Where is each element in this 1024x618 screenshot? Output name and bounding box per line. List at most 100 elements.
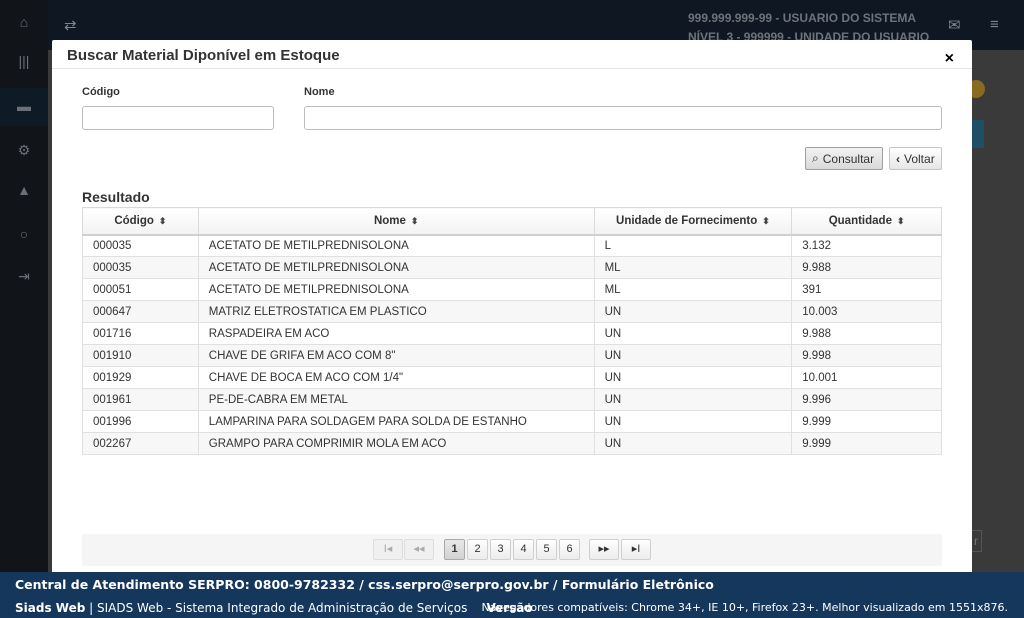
cell-unidade: UN (593, 344, 793, 367)
cell-unidade: ML (593, 278, 793, 301)
cell-unidade: UN (593, 322, 793, 345)
cell-nome: LAMPARINA PARA SOLDAGEM PARA SOLDA DE ES… (197, 410, 595, 433)
cell-quantidade: 9.988 (791, 256, 942, 279)
search-material-modal: Buscar Material Diponível em Estoque × C… (52, 40, 972, 575)
column-header-nome[interactable]: Nome ⬍ (197, 207, 595, 236)
column-header-label: Nome (373, 214, 406, 227)
cell-codigo: 001996 (82, 410, 199, 433)
table-row[interactable]: 001961 PE-DE-CABRA EM METAL UN 9.996 (82, 388, 942, 411)
home-icon[interactable]: ⌂ (14, 12, 34, 32)
modal-title: Buscar Material Diponível em Estoque (67, 47, 340, 64)
cell-codigo: 002267 (82, 432, 199, 455)
cell-nome: MATRIZ ELETROSTATICA EM PLASTICO (197, 300, 595, 323)
table-row[interactable]: 000051 ACETATO DE METILPREDNISOLONA ML 3… (82, 278, 942, 301)
footer-app-name: Siads Web (15, 601, 86, 615)
footer-browsers: Navegadores compatíveis: Chrome 34+, IE … (481, 601, 1008, 614)
page-button-4[interactable]: 4 (513, 539, 534, 560)
cell-nome: GRAMPO PARA COMPRIMIR MOLA EM ACO (197, 432, 595, 455)
column-header-quantidade[interactable]: Quantidade ⬍ (791, 207, 942, 236)
cell-codigo: 001961 (82, 388, 199, 411)
sort-icon: ⬍ (410, 215, 419, 226)
user-cpf: 999.999.999-99 - USUARIO DO SISTEMA (688, 11, 917, 25)
footer-app-full: SIADS Web - Sistema Integrado de Adminis… (97, 601, 468, 615)
cell-unidade: L (593, 234, 793, 257)
hamburger-icon[interactable]: ≡ (990, 16, 999, 33)
cell-codigo: 001929 (82, 366, 199, 389)
sort-icon: ⬍ (896, 215, 905, 226)
column-header-unidade[interactable]: Unidade de Fornecimento ⬍ (593, 207, 793, 236)
table-row[interactable]: 001929 CHAVE DE BOCA EM ACO COM 1/4" UN … (82, 366, 942, 389)
barcode-icon[interactable]: ||| (14, 51, 34, 71)
search-icon: ⌕ (812, 151, 819, 165)
sort-icon: ⬍ (762, 215, 770, 226)
cell-unidade: UN (593, 410, 793, 433)
mail-icon[interactable]: ✉ (948, 16, 961, 34)
cell-quantidade: 10.003 (791, 300, 942, 323)
cell-quantidade: 9.999 (791, 432, 942, 455)
first-page-button[interactable]: I◂ (373, 539, 403, 560)
modal-header: Buscar Material Diponível em Estoque × (52, 40, 972, 69)
table-row[interactable]: 002267 GRAMPO PARA COMPRIMIR MOLA EM ACO… (82, 432, 942, 455)
consultar-button[interactable]: ⌕ Consultar (805, 147, 883, 170)
page-button-5[interactable]: 5 (536, 539, 557, 560)
codigo-input[interactable] (82, 106, 274, 130)
result-title: Resultado (82, 189, 150, 205)
cell-quantidade: 9.996 (791, 388, 942, 411)
table-row[interactable]: 001716 RASPADEIRA EM ACO UN 9.988 (82, 322, 942, 345)
archive-icon[interactable]: ▬ (14, 96, 34, 116)
cell-codigo: 000035 (82, 256, 199, 279)
cell-codigo: 000647 (82, 300, 199, 323)
cell-codigo: 000051 (82, 278, 199, 301)
cell-quantidade: 3.132 (791, 234, 942, 257)
background-panel (972, 120, 984, 148)
codigo-label: Código (82, 86, 120, 98)
menu-toggle-icon[interactable]: ⇄ (64, 16, 77, 34)
page-button-1[interactable]: 1 (444, 539, 465, 560)
cell-quantidade: 391 (791, 278, 942, 301)
cell-quantidade: 9.998 (791, 344, 942, 367)
cell-quantidade: 9.999 (791, 410, 942, 433)
results-table: Código ⬍ Nome ⬍ Unidade de Fornecimento ⬍ Q… (82, 207, 942, 455)
table-row[interactable]: 001910 CHAVE DE GRIFA EM ACO COM 8" UN 9… (82, 344, 942, 367)
cell-unidade: UN (593, 432, 793, 455)
circle-icon[interactable]: ○ (14, 224, 34, 244)
next-page-button[interactable]: ▸▸ (589, 539, 619, 560)
table-row[interactable]: 000035 ACETATO DE METILPREDNISOLONA ML 9… (82, 256, 942, 279)
settings-icon[interactable]: ⚙ (14, 140, 34, 160)
cell-unidade: UN (593, 388, 793, 411)
page-button-6[interactable]: 6 (559, 539, 580, 560)
app-sidebar: ⌂ ||| ▬ ⚙ ▲ ○ ⇥ (0, 0, 48, 618)
cell-nome: RASPADEIRA EM ACO (197, 322, 595, 345)
cell-quantidade: 10.001 (791, 366, 942, 389)
page-button-2[interactable]: 2 (467, 539, 488, 560)
footer-contact[interactable]: Central de Atendimento SERPRO: 0800-9782… (15, 577, 714, 592)
cell-unidade: UN (593, 366, 793, 389)
cell-nome: ACETATO DE METILPREDNISOLONA (197, 234, 595, 257)
table-row[interactable]: 001996 LAMPARINA PARA SOLDAGEM PARA SOLD… (82, 410, 942, 433)
nome-input[interactable] (304, 106, 942, 130)
cell-nome: ACETATO DE METILPREDNISOLONA (197, 256, 595, 279)
prev-page-button[interactable]: ◂◂ (404, 539, 434, 560)
column-header-codigo[interactable]: Código ⬍ (82, 207, 199, 236)
close-icon[interactable]: × (945, 51, 954, 67)
cell-codigo: 001910 (82, 344, 199, 367)
footer: Central de Atendimento SERPRO: 0800-9782… (0, 572, 1024, 618)
cell-nome: ACETATO DE METILPREDNISOLONA (197, 278, 595, 301)
footer-app-info: Siads Web | SIADS Web - Sistema Integrad… (15, 601, 533, 615)
cell-nome: PE-DE-CABRA EM METAL (197, 388, 595, 411)
column-header-label: Unidade de Fornecimento (616, 214, 758, 227)
table-row[interactable]: 000035 ACETATO DE METILPREDNISOLONA L 3.… (82, 234, 942, 257)
nome-label: Nome (304, 86, 335, 98)
voltar-button[interactable]: ‹ Voltar (889, 147, 942, 170)
pagination: I◂ ◂◂ 1 2 3 4 5 6 ▸▸ ▸I (82, 534, 942, 566)
cell-nome: CHAVE DE BOCA EM ACO COM 1/4" (197, 366, 595, 389)
cell-codigo: 000035 (82, 234, 199, 257)
sign-in-icon[interactable]: ⇥ (14, 266, 34, 286)
cell-quantidade: 9.988 (791, 322, 942, 345)
column-header-label: Código (114, 214, 154, 227)
cell-unidade: UN (593, 300, 793, 323)
page-button-3[interactable]: 3 (490, 539, 511, 560)
last-page-button[interactable]: ▸I (621, 539, 651, 560)
graduation-icon[interactable]: ▲ (14, 180, 34, 200)
table-row[interactable]: 000647 MATRIZ ELETROSTATICA EM PLASTICO … (82, 300, 942, 323)
